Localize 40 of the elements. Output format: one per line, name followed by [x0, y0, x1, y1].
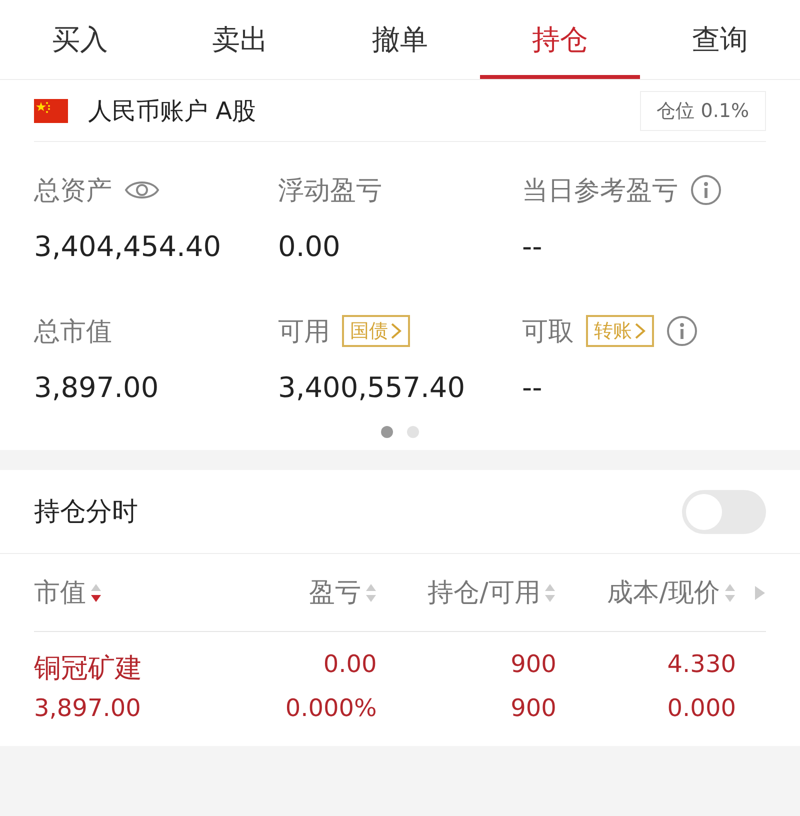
stat-label: 可取 [522, 316, 574, 348]
info-icon[interactable] [666, 315, 698, 347]
column-header[interactable]: 成本/现价 [607, 575, 720, 610]
chevron-icon [634, 322, 646, 340]
position-tag: 仓位 0.1% [640, 90, 766, 130]
tab[interactable]: 查询 [640, 0, 800, 79]
timeshare-label: 持仓分时 [34, 496, 139, 529]
stat-value: 3,400,557.40 [278, 371, 466, 404]
tab[interactable]: 卖出 [160, 0, 320, 79]
tab[interactable]: 买入 [0, 0, 160, 79]
chevron-icon [390, 322, 402, 340]
table-cell-text: 900 [510, 694, 556, 722]
scroll-right-icon[interactable] [754, 584, 766, 600]
stat-label: 可用 [278, 316, 330, 348]
account-name: 人民币账户 A股 [88, 96, 258, 126]
stat-value: 3,404,454.40 [34, 230, 222, 263]
table-cell-text: 3,897.00 [34, 694, 142, 722]
stat-label: 总市值 [34, 316, 112, 348]
table-cell-text: 0.00 [322, 650, 377, 680]
stat-label: 浮动盈亏 [278, 174, 382, 208]
table-cell-text: 0.000% [284, 694, 377, 722]
column-header[interactable]: 市值 [34, 575, 86, 610]
stat-value: 3,897.00 [34, 371, 160, 404]
tab[interactable]: 撤单 [320, 0, 480, 79]
flag-icon [34, 98, 68, 122]
stat-value: -- [522, 230, 544, 263]
page-dot[interactable] [407, 426, 419, 438]
column-header[interactable]: 盈亏 [308, 575, 361, 610]
stock-name[interactable]: 铜冠矿建 [34, 650, 214, 686]
table-cell-text: 0.000 [666, 694, 736, 722]
stat-label: 总资产 [34, 174, 112, 208]
sort-icon[interactable] [90, 582, 102, 602]
info-icon[interactable] [690, 174, 722, 206]
stat-value: -- [522, 371, 544, 404]
table-cell-text: 4.330 [666, 650, 736, 680]
stat-value: 0.00 [278, 230, 342, 263]
column-header[interactable]: 持仓/可用 [428, 575, 540, 610]
page-dot[interactable] [381, 426, 393, 438]
table-cell-text: 900 [510, 650, 556, 680]
stat-label: 当日参考盈亏 [522, 174, 678, 208]
